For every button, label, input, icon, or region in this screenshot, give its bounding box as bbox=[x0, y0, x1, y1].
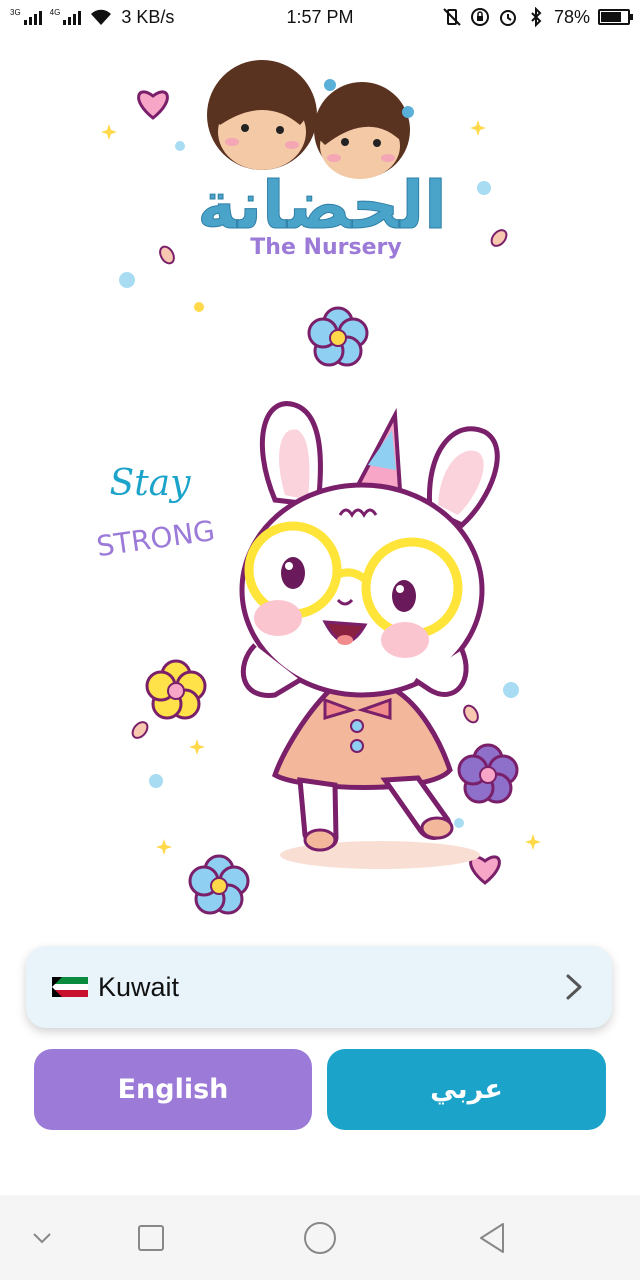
chevron-right-icon bbox=[566, 974, 582, 1000]
vibrate-off-icon bbox=[443, 8, 461, 26]
battery-icon bbox=[598, 9, 633, 25]
signal-icon-2: 4G bbox=[50, 9, 82, 25]
battery-percent: 78% bbox=[553, 6, 590, 27]
nav-home-button[interactable] bbox=[280, 1195, 360, 1280]
bunny-character bbox=[239, 401, 500, 869]
recents-square-icon bbox=[138, 1224, 164, 1251]
status-left: 3G 4G 3 KB/s bbox=[10, 7, 174, 28]
chevron-down-icon bbox=[33, 1232, 51, 1243]
status-right: 78% bbox=[442, 6, 633, 28]
nav-recents-button[interactable] bbox=[111, 1195, 191, 1280]
home-circle-icon bbox=[304, 1221, 336, 1254]
nav-back-button[interactable] bbox=[452, 1195, 532, 1280]
wifi-icon bbox=[91, 9, 112, 25]
battery-fill bbox=[601, 12, 622, 22]
english-button[interactable]: English bbox=[34, 1049, 312, 1130]
flower-purple bbox=[457, 743, 519, 804]
logo-arabic-title: الحضانة bbox=[197, 167, 447, 244]
network-type-label-1: 3G bbox=[10, 8, 21, 17]
flower-blue-top bbox=[307, 306, 369, 367]
flower-yellow bbox=[145, 659, 207, 720]
bluetooth-icon bbox=[531, 7, 542, 27]
country-selector[interactable]: Kuwait bbox=[26, 946, 612, 1028]
country-name: Kuwait bbox=[98, 971, 180, 1002]
welcome-illustration: الحضانة The Nursery Stay STRONG bbox=[94, 60, 541, 915]
alarm-icon bbox=[499, 10, 516, 26]
nav-dropdown-button[interactable] bbox=[2, 1195, 82, 1280]
logo-kids-image bbox=[207, 60, 414, 179]
rotation-lock-icon bbox=[470, 8, 489, 26]
strong-text: STRONG bbox=[94, 514, 216, 563]
back-triangle-icon bbox=[480, 1222, 504, 1253]
stay-text: Stay bbox=[110, 463, 192, 504]
arabic-button[interactable]: عربي bbox=[327, 1049, 606, 1130]
status-bar: 3G 4G 3 KB/s 1:57 PM 78% bbox=[0, 0, 640, 34]
network-speed: 3 KB/s bbox=[121, 6, 175, 27]
network-type-label-2: 4G bbox=[49, 8, 61, 17]
logo-english-title: The Nursery bbox=[250, 235, 401, 260]
flower-blue-bottom bbox=[188, 854, 250, 915]
kuwait-flag-icon bbox=[52, 977, 88, 997]
signal-icon-1: 3G bbox=[10, 9, 42, 25]
navigation-bar bbox=[0, 1195, 640, 1280]
